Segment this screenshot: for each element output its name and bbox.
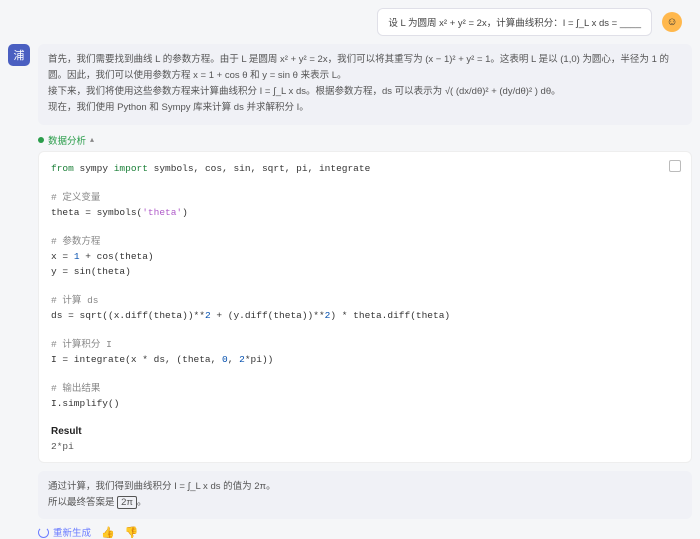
assistant-message: 首先，我们需要找到曲线 L 的参数方程。由于 L 是圆周 x² + y² = 2… — [38, 44, 692, 125]
user-prompt: 设 L 为圆周 x² + y² = 2x，计算曲线积分：I = ∫_L x ds… — [377, 8, 652, 36]
status-dot-icon — [38, 137, 44, 143]
code-content: from sympy import symbols, cos, sin, sqr… — [51, 162, 679, 412]
expander-label: 数据分析 — [48, 133, 86, 147]
thumbs-up-icon[interactable]: 👍 — [101, 526, 115, 539]
code-block: from sympy import symbols, cos, sin, sqr… — [38, 151, 692, 463]
message-actions: 重新生成 👍 👎 — [38, 525, 692, 539]
smiley-avatar: ☺ — [662, 12, 682, 32]
boxed-answer: 2π — [117, 496, 137, 509]
thumbs-down-icon[interactable]: 👎 — [125, 526, 139, 539]
regenerate-button[interactable]: 重新生成 — [38, 525, 91, 539]
conclusion-p2: 所以最终答案是 2π。 — [48, 495, 682, 511]
result-label: Result — [51, 426, 679, 437]
explain-p2: 接下来，我们将使用这些参数方程来计算曲线积分 I = ∫_L x ds。根据参数… — [48, 84, 682, 100]
assistant-avatar: 浦 — [8, 44, 30, 66]
conclusion-message: 通过计算，我们得到曲线积分 I = ∫_L x ds 的值为 2π。 所以最终答… — [38, 471, 692, 519]
conclusion-p1: 通过计算，我们得到曲线积分 I = ∫_L x ds 的值为 2π。 — [48, 479, 682, 495]
copy-icon[interactable] — [669, 160, 681, 172]
refresh-icon — [38, 527, 49, 538]
analysis-expander[interactable]: 数据分析 ▴ — [38, 133, 692, 147]
top-bar: 设 L 为圆周 x² + y² = 2x，计算曲线积分：I = ∫_L x ds… — [8, 0, 692, 42]
explain-p3: 现在，我们使用 Python 和 Sympy 库来计算 ds 并求解积分 I。 — [48, 100, 682, 116]
chevron-up-icon: ▴ — [90, 135, 94, 144]
result-value: 2*pi — [51, 441, 679, 452]
result-block: Result 2*pi — [51, 420, 679, 452]
explain-p1: 首先，我们需要找到曲线 L 的参数方程。由于 L 是圆周 x² + y² = 2… — [48, 52, 682, 84]
